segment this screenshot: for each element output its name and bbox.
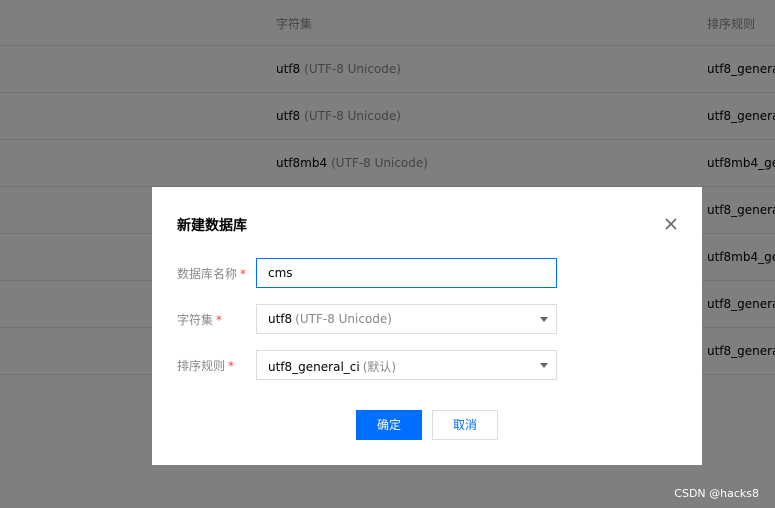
- caret-down-icon: [540, 317, 548, 322]
- collation-label: 排序规则 *: [177, 359, 235, 373]
- cancel-button[interactable]: 取消: [432, 410, 498, 440]
- database-name-label: 数据库名称 *: [177, 267, 247, 281]
- create-database-dialog: 新建数据库 数据库名称 * cms 字符集 * utf8 (UTF-8 Unicode…: [152, 187, 702, 465]
- required-mark: *: [228, 359, 235, 373]
- collation-value-desc: (默认): [362, 360, 397, 374]
- collation-select[interactable]: utf8_general_ci (默认): [256, 350, 557, 380]
- charset-label: 字符集 *: [177, 313, 223, 327]
- close-icon: [665, 218, 677, 230]
- dialog-title: 新建数据库: [177, 218, 247, 234]
- collation-row: 排序规则 * utf8_general_ci (默认): [177, 350, 687, 380]
- caret-down-icon: [540, 363, 548, 368]
- required-mark: *: [216, 313, 223, 327]
- charset-select[interactable]: utf8 (UTF-8 Unicode): [256, 304, 557, 334]
- charset-value: utf8: [268, 312, 293, 326]
- required-mark: *: [240, 267, 247, 281]
- database-name-row: 数据库名称 * cms: [177, 258, 687, 288]
- database-name-input[interactable]: cms: [256, 258, 557, 288]
- close-button[interactable]: [661, 214, 681, 234]
- confirm-button[interactable]: 确定: [356, 410, 422, 440]
- watermark: CSDN @hacks8: [674, 487, 759, 500]
- charset-value-desc: (UTF-8 Unicode): [295, 312, 392, 326]
- charset-row: 字符集 * utf8 (UTF-8 Unicode): [177, 304, 687, 334]
- database-name-value: cms: [268, 266, 293, 280]
- collation-value: utf8_general_ci: [268, 360, 360, 374]
